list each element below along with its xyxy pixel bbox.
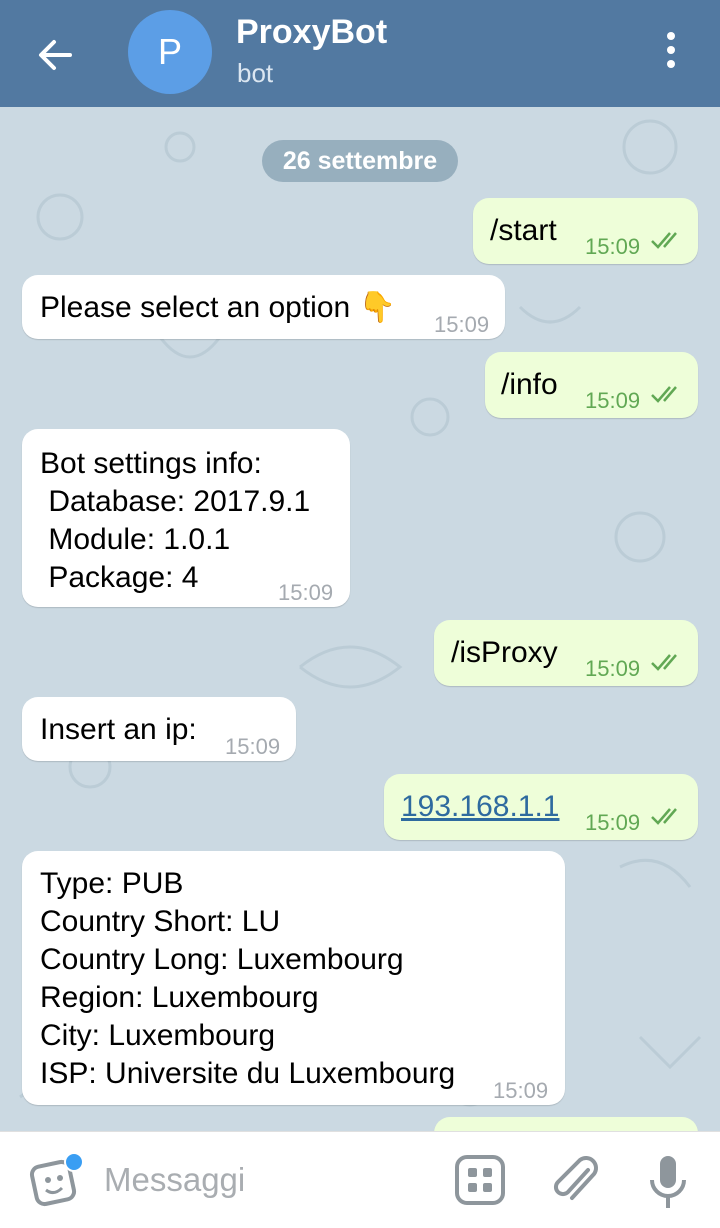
notification-dot: [64, 1152, 84, 1172]
message-time: 15:09: [434, 312, 490, 337]
message-input[interactable]: Messaggi: [104, 1161, 245, 1199]
message-bubble-outgoing[interactable]: [434, 1117, 698, 1131]
microphone-icon[interactable]: [648, 1152, 688, 1212]
double-check-icon: [651, 386, 677, 403]
double-check-icon: [651, 808, 677, 825]
message-bubble-outgoing[interactable]: 193.168.1.1 15:09: [384, 774, 698, 840]
bot-commands-icon[interactable]: [454, 1154, 506, 1206]
date-separator: 26 settembre: [262, 140, 458, 182]
avatar[interactable]: P: [128, 10, 212, 94]
message-time: 15:09: [585, 810, 641, 835]
message-bubble-incoming[interactable]: Insert an ip: 15:09: [22, 697, 296, 761]
message-time: 15:09: [585, 656, 641, 681]
message-text: Insert an ip:: [40, 713, 197, 746]
message-list[interactable]: 26 settembre /start 15:09 Please select …: [0, 107, 720, 1131]
message-time: 15:09: [585, 234, 641, 259]
paperclip-icon[interactable]: [550, 1152, 602, 1208]
message-text: /start: [490, 214, 557, 247]
message-bubble-outgoing[interactable]: /info 15:09: [485, 352, 698, 418]
ip-link[interactable]: 193.168.1.1: [401, 788, 559, 826]
message-bubble-incoming[interactable]: Please select an option 👇 15:09: [22, 275, 505, 339]
message-text: /isProxy: [451, 636, 558, 669]
message-text: Please select an option 👇: [40, 291, 396, 324]
message-bubble-incoming[interactable]: Bot settings info: Database: 2017.9.1 Mo…: [22, 429, 350, 607]
double-check-icon: [651, 232, 677, 249]
double-check-icon: [651, 654, 677, 671]
message-text: Type: PUB Country Short: LU Country Long…: [40, 867, 456, 1090]
chat-header: P ProxyBot bot: [0, 0, 720, 107]
message-text: Bot settings info: Database: 2017.9.1 Mo…: [40, 447, 311, 594]
chat-title[interactable]: ProxyBot: [236, 13, 387, 52]
message-time: 15:09: [225, 734, 281, 759]
more-vertical-icon[interactable]: [656, 30, 686, 74]
message-bubble-incoming[interactable]: Type: PUB Country Short: LU Country Long…: [22, 851, 565, 1105]
message-bubble-outgoing[interactable]: /isProxy 15:09: [434, 620, 698, 686]
chat-subtitle: bot: [237, 58, 274, 88]
arrow-left-icon[interactable]: [30, 30, 80, 80]
message-time: 15:09: [493, 1078, 549, 1103]
message-composer: Messaggi: [0, 1131, 720, 1228]
message-time: 15:09: [585, 388, 641, 413]
message-bubble-outgoing[interactable]: /start 15:09: [473, 198, 698, 264]
message-time: 15:09: [278, 580, 334, 605]
message-text: /info: [501, 368, 558, 401]
